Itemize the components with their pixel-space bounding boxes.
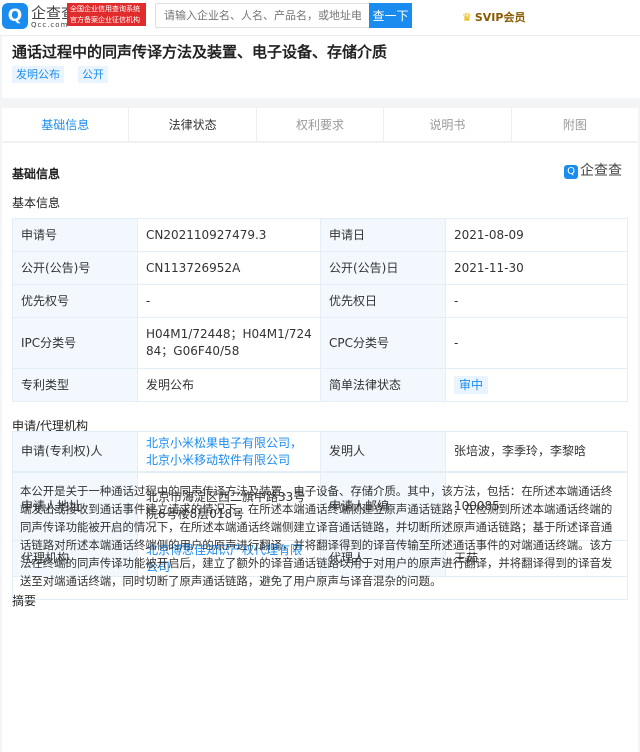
- svip-label: SVIP会员: [474, 11, 526, 24]
- cell-value: H04M1/72448；H04M1/72484；G06F40/58: [137, 317, 321, 369]
- cell-value: CN113726952A: [137, 251, 321, 285]
- tab-figures[interactable]: 附图: [512, 108, 638, 141]
- cell-label: 优先权日: [320, 284, 446, 318]
- badge-line1: 全国企业信用查询系统: [70, 5, 140, 13]
- brand-name: 企查查: [580, 163, 622, 179]
- svip-link[interactable]: ♛ SVIP会员: [462, 9, 525, 25]
- cell-value: 张培波，李季玲，李黎晗: [445, 431, 628, 472]
- basic-info-panel: 基础信息 Q 企查查 基本信息 申请号 CN202110927479.3 申请日 202…: [2, 143, 638, 752]
- cell-label: 简单法律状态: [320, 368, 446, 402]
- table-row: 优先权号 - 优先权日 -: [12, 284, 628, 318]
- cell-label: 发明人: [320, 431, 446, 472]
- applicant-link[interactable]: 北京小米松果电子有限公司，北京小米移动软件有限公司: [137, 431, 321, 472]
- cell-value: -: [445, 284, 628, 318]
- cell-value: 2021-11-30: [445, 251, 628, 285]
- tab-description[interactable]: 说明书: [384, 108, 512, 141]
- credit-badge: 全国企业信用查询系统 官方备案企业征信机构: [67, 3, 146, 26]
- abstract-text: 本公开是关于一种通话过程中的同声传译方法及装置、电子设备、存储介质。其中，该方法…: [12, 472, 628, 600]
- crown-icon: ♛: [462, 11, 472, 24]
- tab-basic-info[interactable]: 基础信息: [2, 108, 130, 141]
- table-row: 申请号 CN202110927479.3 申请日 2021-08-09: [12, 218, 628, 252]
- cell-label: 公开(公告)日: [320, 251, 446, 285]
- tab-claims[interactable]: 权利要求: [257, 108, 385, 141]
- cell-label: 专利类型: [12, 368, 138, 402]
- cell-value: -: [137, 284, 321, 318]
- cell-value: 审中: [445, 368, 628, 402]
- cell-value: 2021-08-09: [445, 218, 628, 252]
- basic-info-table: 申请号 CN202110927479.3 申请日 2021-08-09 公开(公告)号…: [12, 218, 628, 402]
- cell-value: CN202110927479.3: [137, 218, 321, 252]
- table-row: IPC分类号 H04M1/72448；H04M1/72484；G06F40/58 C…: [12, 317, 628, 369]
- qcc-logo-icon: Q: [564, 165, 578, 179]
- tag-type: 发明公布: [12, 66, 64, 83]
- section-title: 基础信息: [12, 167, 61, 181]
- cell-label: 申请(专利权)人: [12, 431, 138, 472]
- patent-title: 通话过程中的同声传译方法及装置、电子设备、存储介质: [12, 43, 388, 61]
- top-bar: Q 企查查 Qcc.com 全国企业信用查询系统官方备案企业征信机构 查一下 ♛…: [0, 0, 640, 36]
- qcc-logo-icon[interactable]: Q: [2, 3, 28, 29]
- patent-header: 通话过程中的同声传译方法及装置、电子设备、存储介质 发明公布 公开: [2, 36, 640, 98]
- table-row: 专利类型 发明公布 简单法律状态 审中: [12, 368, 628, 402]
- logo-domain: Qcc.com: [31, 21, 69, 29]
- brand-watermark: Q 企查查: [564, 160, 622, 180]
- tab-bar: 基础信息 法律状态 权利要求 说明书 附图: [2, 108, 638, 142]
- cell-label: 申请号: [12, 218, 138, 252]
- legal-status-badge: 审中: [454, 375, 489, 394]
- table-row: 申请(专利权)人 北京小米松果电子有限公司，北京小米移动软件有限公司 发明人 张培波，…: [12, 431, 628, 472]
- badge-line2: 官方备案企业征信机构: [70, 16, 140, 24]
- cell-label: 优先权号: [12, 284, 138, 318]
- search-button[interactable]: 查一下: [369, 3, 412, 28]
- cell-value: 发明公布: [137, 368, 321, 402]
- cell-label: CPC分类号: [320, 317, 446, 369]
- basic-info-heading: 基本信息: [12, 196, 61, 210]
- cell-value: -: [445, 317, 628, 369]
- cell-label: 公开(公告)号: [12, 251, 138, 285]
- cell-label: 申请日: [320, 218, 446, 252]
- search-input[interactable]: [155, 3, 370, 28]
- tab-legal-status[interactable]: 法律状态: [129, 108, 257, 141]
- tag-status: 公开: [78, 66, 108, 83]
- cell-label: IPC分类号: [12, 317, 138, 369]
- table-row: 公开(公告)号 CN113726952A 公开(公告)日 2021-11-30: [12, 251, 628, 285]
